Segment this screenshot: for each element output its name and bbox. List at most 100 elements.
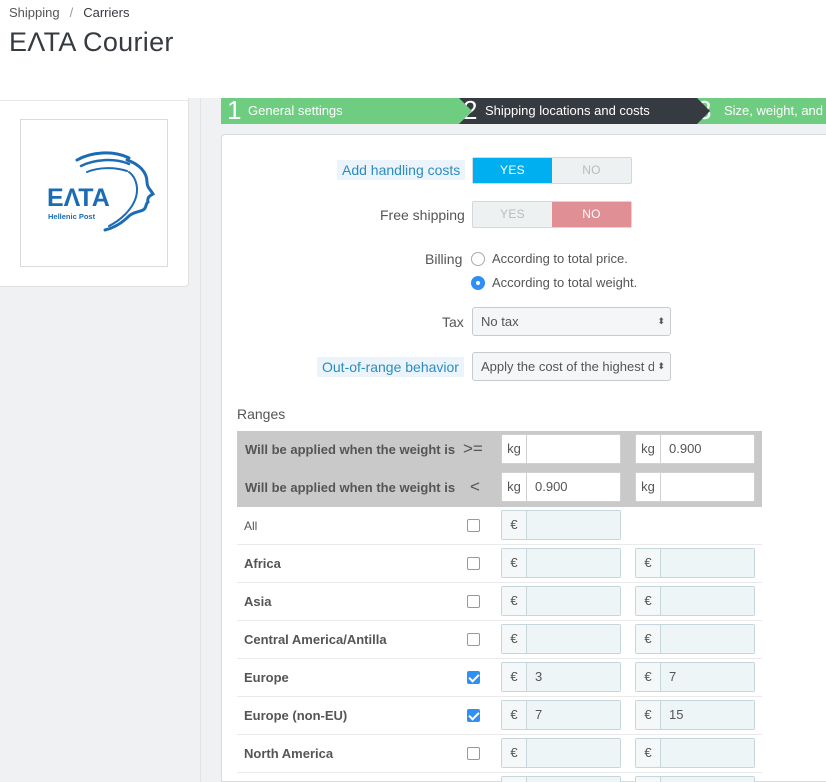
out-of-range-select-value: Apply the cost of the highest d bbox=[481, 359, 656, 374]
input-body bbox=[661, 739, 754, 767]
card-divider bbox=[0, 98, 189, 101]
zone-price-input[interactable]: € bbox=[501, 738, 621, 768]
zone-price-input[interactable]: € bbox=[501, 548, 621, 578]
zone-price-input[interactable]: € bbox=[501, 624, 621, 654]
billing-total-price-label[interactable]: According to total price. bbox=[492, 251, 628, 266]
zone-name: Asia bbox=[244, 594, 272, 609]
zone-price-input[interactable]: € bbox=[635, 624, 755, 654]
zone-checkbox[interactable] bbox=[467, 671, 480, 684]
range-min-input[interactable]: kg bbox=[501, 434, 621, 464]
handling-costs-label: Add handling costs bbox=[337, 160, 466, 180]
step-label: Size, weight, and bbox=[724, 103, 824, 118]
zone-name: North America bbox=[244, 746, 334, 761]
billing-total-price-radio[interactable] bbox=[471, 252, 485, 266]
zone-price-input[interactable]: € 3 bbox=[501, 662, 621, 692]
wizard-step-general-settings[interactable]: 1 General settings bbox=[221, 98, 459, 124]
zone-price-input[interactable]: € bbox=[501, 586, 621, 616]
zone-price-input[interactable] bbox=[501, 776, 621, 782]
free-shipping-label: Free shipping bbox=[380, 207, 465, 223]
breadcrumb-carriers[interactable]: Carriers bbox=[83, 5, 129, 20]
currency-addon: € bbox=[502, 625, 527, 653]
elta-logo-icon: ΕΛΤΑ Hellenic Post bbox=[47, 151, 156, 232]
handling-costs-no[interactable]: NO bbox=[552, 158, 631, 183]
range-condition-label: Will be applied when the weight is bbox=[245, 480, 456, 495]
currency-addon: € bbox=[636, 587, 661, 615]
input-body bbox=[527, 739, 620, 767]
zone-name: Central America/Antilla bbox=[244, 632, 387, 647]
zone-row-partial bbox=[237, 773, 762, 782]
zone-row-europe-non-eu: Europe (non-EU) € 7 € 15 bbox=[237, 697, 762, 735]
input-value: 7 bbox=[535, 707, 543, 722]
handling-costs-label-text: Add handling costs bbox=[337, 160, 466, 180]
unit-addon: kg bbox=[636, 435, 661, 463]
breadcrumb-separator: / bbox=[69, 5, 74, 20]
input-body bbox=[527, 511, 620, 539]
zone-row-europe: Europe € 3 € 7 bbox=[237, 659, 762, 697]
currency-addon: € bbox=[502, 739, 527, 767]
zone-price-input[interactable]: € bbox=[501, 510, 621, 540]
currency-addon: € bbox=[502, 511, 527, 539]
select-caret-icon: ⬍ bbox=[654, 308, 665, 335]
step-arrow bbox=[459, 98, 472, 124]
free-shipping-yes[interactable]: YES bbox=[473, 202, 552, 227]
input-value: 0.900 bbox=[535, 479, 568, 494]
logo-subtitle-text: Hellenic Post bbox=[48, 212, 96, 221]
range-min-input[interactable]: kg 0.900 bbox=[635, 434, 755, 464]
zone-row-all: All € bbox=[237, 507, 762, 545]
zone-price-input[interactable]: € 7 bbox=[501, 700, 621, 730]
range-max-input[interactable]: kg bbox=[635, 472, 755, 502]
zone-name: Africa bbox=[244, 556, 281, 571]
breadcrumb-shipping[interactable]: Shipping bbox=[9, 5, 60, 20]
input-body bbox=[527, 625, 620, 653]
page-title: ΕΛΤΑ Courier bbox=[9, 27, 174, 57]
currency-addon: € bbox=[636, 739, 661, 767]
zone-name: All bbox=[244, 519, 258, 533]
input-body bbox=[661, 777, 754, 782]
currency-addon: € bbox=[636, 663, 661, 691]
out-of-range-select[interactable]: Apply the cost of the highest d ⬍ bbox=[472, 352, 671, 381]
out-of-range-label: Out-of-range behavior bbox=[317, 357, 464, 377]
zone-row-asia: Asia € € bbox=[237, 583, 762, 621]
zone-price-input[interactable]: € 7 bbox=[635, 662, 755, 692]
input-value: 7 bbox=[669, 669, 677, 684]
input-value: 3 bbox=[535, 669, 543, 684]
handling-costs-switch[interactable]: YES NO bbox=[472, 157, 632, 184]
handling-costs-yes[interactable]: YES bbox=[473, 158, 552, 183]
input-body bbox=[661, 587, 754, 615]
zone-checkbox[interactable] bbox=[467, 595, 480, 608]
zone-name: Europe (non-EU) bbox=[244, 708, 348, 723]
free-shipping-switch[interactable]: YES NO bbox=[472, 201, 632, 228]
currency-addon bbox=[502, 777, 527, 782]
unit-addon: kg bbox=[502, 435, 527, 463]
currency-addon: € bbox=[636, 549, 661, 577]
range-header-row-max: Will be applied when the weight is < kg … bbox=[237, 469, 762, 507]
zone-checkbox[interactable] bbox=[467, 747, 480, 760]
zone-checkbox[interactable] bbox=[467, 519, 480, 532]
wizard-steps: 1 General settings 2 Shipping locations … bbox=[221, 98, 826, 124]
billing-total-weight-radio[interactable] bbox=[471, 276, 485, 290]
billing-total-weight-label[interactable]: According to total weight. bbox=[492, 275, 637, 290]
tax-label: Tax bbox=[442, 314, 464, 330]
range-max-input[interactable]: kg 0.900 bbox=[501, 472, 621, 502]
step-number: 1 bbox=[227, 98, 242, 124]
zone-row-africa: Africa € € bbox=[237, 545, 762, 583]
zone-price-input[interactable]: € bbox=[635, 586, 755, 616]
zone-price-input[interactable]: € 15 bbox=[635, 700, 755, 730]
zone-checkbox[interactable] bbox=[467, 633, 480, 646]
wizard-step-shipping-locations[interactable]: 2 Shipping locations and costs bbox=[459, 98, 697, 124]
zone-checkbox[interactable] bbox=[467, 709, 480, 722]
zone-price-input[interactable] bbox=[635, 776, 755, 782]
free-shipping-no[interactable]: NO bbox=[552, 202, 631, 227]
currency-addon: € bbox=[502, 701, 527, 729]
tax-select[interactable]: No tax ⬍ bbox=[472, 307, 671, 336]
zone-checkbox[interactable] bbox=[467, 557, 480, 570]
zone-price-input[interactable]: € bbox=[635, 548, 755, 578]
range-operator: >= bbox=[463, 439, 483, 458]
wizard-step-size-weight[interactable]: 3 Size, weight, and bbox=[697, 98, 826, 124]
range-condition-label: Will be applied when the weight is bbox=[245, 442, 456, 457]
zone-price-input[interactable]: € bbox=[635, 738, 755, 768]
input-body bbox=[527, 549, 620, 577]
currency-addon: € bbox=[636, 701, 661, 729]
unit-addon: kg bbox=[636, 473, 661, 501]
input-body bbox=[661, 473, 754, 501]
